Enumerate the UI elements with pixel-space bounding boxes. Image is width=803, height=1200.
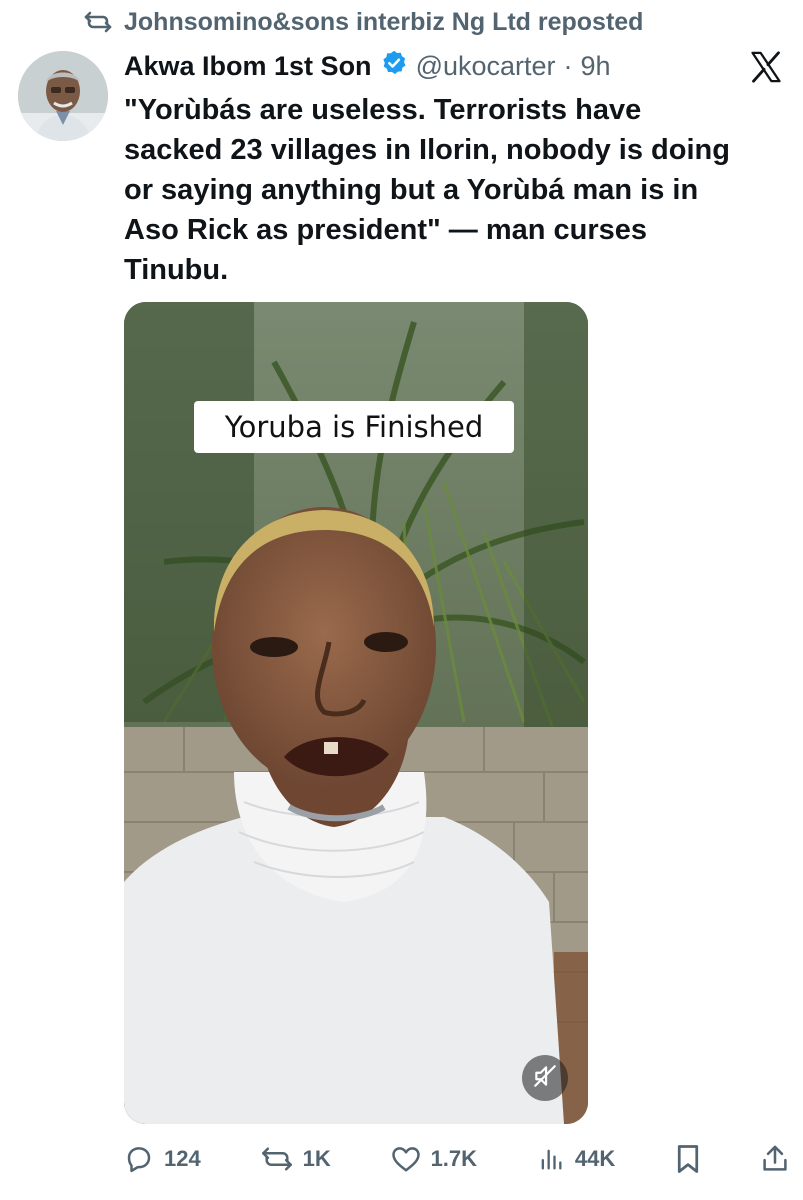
author-name[interactable]: Akwa Ibom 1st Son [124,51,372,82]
views-button[interactable]: 44K [537,1145,615,1173]
video-caption: Yoruba is Finished [194,401,514,453]
share-icon [761,1144,789,1174]
muted-speaker-icon [532,1063,558,1094]
reply-button[interactable]: 124 [124,1144,201,1174]
tweet-text: "Yorùbás are useless. Terrorists have sa… [124,94,730,286]
author-avatar[interactable] [18,51,108,141]
repost-button[interactable]: 1K [261,1145,331,1173]
analytics-icon [537,1145,565,1173]
x-logo-icon[interactable] [749,50,783,84]
mute-toggle-button[interactable] [522,1055,568,1101]
reply-icon [124,1144,154,1174]
like-count: 1.7K [430,1146,478,1171]
bookmark-icon [675,1144,701,1174]
reply-count: 124 [164,1146,201,1171]
repost-count: 1K [302,1146,331,1171]
repost-indicator[interactable]: Johnsomino&sons interbiz Ng Ltd reposted [84,4,643,40]
author-handle[interactable]: @ukocarter [416,51,556,82]
share-button[interactable] [761,1144,789,1174]
repost-indicator-text: Johnsomino&sons interbiz Ng Ltd reposted [124,7,644,36]
header-separator: · [563,50,573,81]
tweet-video[interactable]: Yoruba is Finished [124,302,588,1124]
tweet-timestamp[interactable]: 9h [581,51,611,82]
tweet-actions: 124 1K 1.7K 44K [124,1136,789,1182]
views-count: 44K [574,1146,616,1171]
heart-icon [391,1145,421,1173]
bookmark-button[interactable] [675,1144,701,1174]
like-button[interactable]: 1.7K [391,1145,477,1173]
tweet-header: Akwa Ibom 1st Son @ukocarter · 9h [124,44,783,88]
verified-badge-icon [380,49,408,84]
repost-icon [261,1145,293,1173]
repost-indicator-icon [84,10,112,34]
